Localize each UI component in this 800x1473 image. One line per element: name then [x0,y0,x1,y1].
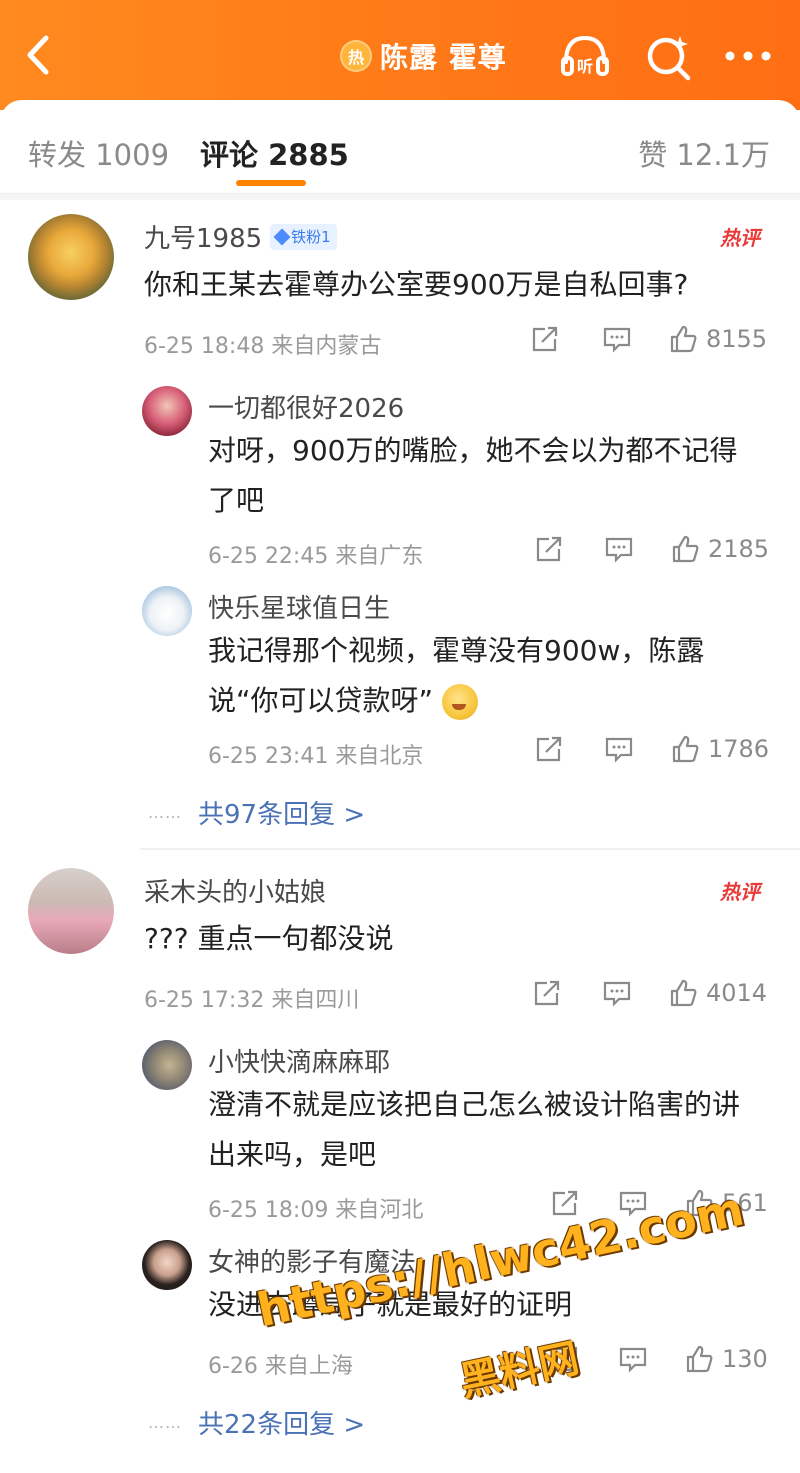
share-button[interactable] [534,734,604,764]
share-icon [552,1190,578,1216]
more-replies[interactable]: …… 共22条回复 > [148,1404,365,1441]
like-count: 130 [722,1345,768,1373]
reply-button[interactable] [618,1344,684,1374]
share-icon [532,326,558,352]
comment-text: ??? 重点一句都没说 [144,922,394,955]
hot-comment-tag: 热评 [720,226,760,250]
avatar[interactable] [28,868,114,954]
avatar[interactable] [28,214,114,300]
more-replies[interactable]: …… 共97条回复 > [148,794,365,831]
reply-actions: 2185 [534,534,769,564]
reply-button[interactable] [602,324,668,354]
avatar[interactable] [142,386,192,436]
share-button[interactable] [532,978,602,1008]
like-count: 2185 [708,535,770,563]
share-icon [536,536,562,562]
reply-meta: 6-26 来自上海 [208,1354,353,1379]
reply-text: 对呀，900万的嘴脸，她不会以为都不记得了吧 [208,434,738,517]
comment-author[interactable]: 九号1985 铁粉1 [144,218,337,255]
tab-comment[interactable]: 评论 2885 [200,132,349,174]
reply-button[interactable] [604,734,670,764]
like-button[interactable]: 1786 [670,734,769,764]
more-replies-link[interactable]: 共97条回复 > [198,794,365,831]
thumb-up-icon [672,535,699,563]
search-icon[interactable] [642,30,696,84]
share-icon [536,736,562,762]
share-button[interactable] [530,324,602,354]
reply-author[interactable]: 一切都很好2026 [208,388,404,425]
diamond-icon [273,228,291,245]
reply-button[interactable] [604,534,670,564]
comment-icon [605,537,633,563]
tab-bar: 转发 1009 评论 2885 赞 12.1万 [0,100,800,194]
comment-meta: 6-25 18:48 来自内蒙古 [144,334,382,359]
comment-meta: 6-25 17:32 来自四川 [144,988,360,1013]
fan-badge: 铁粉1 [270,223,337,250]
dots: …… [148,803,182,822]
tab-like[interactable]: 赞 12.1万 [638,132,770,174]
more-icon[interactable] [720,30,776,84]
author-name: 采木头的小姑娘 [144,878,327,908]
comment-actions: 4014 [532,978,767,1008]
avatar[interactable] [142,1240,192,1290]
section-gap [0,194,800,200]
avatar[interactable] [142,1040,192,1090]
comment-author[interactable]: 采木头的小姑娘 [144,872,326,909]
back-icon[interactable] [18,30,58,80]
comment-icon [603,327,631,353]
like-button[interactable]: 2185 [670,534,769,564]
share-button[interactable] [534,534,604,564]
top-bar: 热 陈露 霍尊 听 [0,0,800,110]
watermark-name: 黑料网 [456,1335,583,1406]
comment-actions: 8155 [530,324,767,354]
comment-icon [619,1347,647,1373]
like-button[interactable]: 8155 [668,324,767,354]
listen-icon[interactable]: 听 [558,30,612,84]
author-name: 小快快滴麻麻耶 [208,1048,391,1078]
fan-badge-label: 铁粉1 [291,228,331,246]
share-icon [534,980,560,1006]
author-name: 快乐星球值日生 [208,594,391,624]
reply-button[interactable] [602,978,668,1008]
divider [140,848,800,850]
reply-author[interactable]: 快乐星球值日生 [208,588,390,625]
author-name: 九号1985 [144,224,263,254]
author-name: 一切都很好2026 [208,394,405,424]
thumb-up-icon [672,735,699,763]
reply-author[interactable]: 小快快滴麻麻耶 [208,1042,390,1079]
like-button[interactable]: 4014 [668,978,767,1008]
thumb-up-icon [670,979,697,1007]
hot-topic-badge: 热 [340,40,372,72]
avatar[interactable] [142,586,192,636]
hot-comment-tag: 热评 [720,880,760,904]
reply-actions: 130 [550,1344,768,1374]
active-tab-indicator [236,180,306,186]
comment-icon [605,737,633,763]
topic-title: 陈露 霍尊 [380,41,507,74]
like-count: 1786 [708,735,770,763]
like-button[interactable]: 130 [684,1344,768,1374]
topic-title-group[interactable]: 热 陈露 霍尊 [340,34,507,78]
thumb-up-icon [686,1345,713,1373]
reply-meta: 6-25 18:09 来自河北 [208,1198,424,1223]
comment-text: 你和王某去霍尊办公室要900万是自私回事? [144,268,689,301]
reply-text: 我记得那个视频，霍尊没有900w，陈露说“你可以贷款呀” [208,626,764,726]
reply-actions: 1786 [534,734,769,764]
tab-repost[interactable]: 转发 1009 [28,132,169,174]
like-count: 8155 [706,325,768,353]
like-count: 4014 [706,979,768,1007]
thumb-up-icon [670,325,697,353]
emoji-666-icon [441,684,478,720]
reply-text: 澄清不就是应该把自己怎么被设计陷害的讲出来吗，是吧 [208,1088,741,1171]
more-replies-link[interactable]: 共22条回复 > [198,1404,365,1441]
comment-icon [603,981,631,1007]
listen-label: 听 [577,57,593,76]
reply-meta: 6-25 22:45 来自广东 [208,544,424,569]
reply-meta: 6-25 23:41 来自北京 [208,744,424,769]
dots: …… [148,1413,182,1432]
